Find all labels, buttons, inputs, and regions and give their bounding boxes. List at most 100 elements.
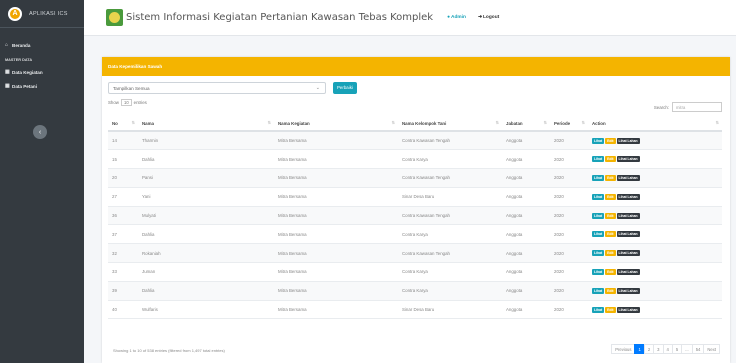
filter-button[interactable]: Perbaiki	[333, 82, 357, 94]
table-icon: ▦	[5, 69, 10, 75]
view-button[interactable]: Lihat	[592, 156, 605, 163]
table-row: 32 Rokaniah Mitra Bersama Contra Kawasan Te…	[108, 243, 722, 264]
cell-periode: 2020	[550, 243, 588, 264]
cell-jabatan: Anggota	[502, 243, 550, 264]
table-header-row: No ⇅ Nama ⇅ Nama Kegiatan ⇅ Nama Kelompok T…	[108, 116, 722, 132]
view-button[interactable]: Lihat	[592, 250, 605, 257]
cell-no: 15	[108, 149, 138, 170]
view-button[interactable]: Lihat	[592, 212, 605, 219]
column-header-jabatan[interactable]: Jabatan ⇅	[502, 116, 550, 132]
cell-kegiatan: Mitra Bersama	[274, 224, 398, 245]
cell-jabatan: Anggota	[502, 131, 550, 151]
cell-action: Lihat Edit Lihat Lahan	[588, 243, 722, 264]
cell-periode: 2020	[550, 300, 588, 320]
view-land-button[interactable]: Lihat Lahan	[616, 174, 640, 181]
edit-button[interactable]: Edit	[605, 212, 616, 219]
view-land-button[interactable]: Lihat Lahan	[616, 193, 640, 200]
cell-nama: Mulyati	[138, 206, 274, 226]
cell-kegiatan: Mitra Bersama	[274, 281, 398, 301]
cell-kegiatan: Mitra Bersama	[274, 168, 398, 188]
edit-button[interactable]: Edit	[605, 156, 616, 163]
view-land-button[interactable]: Lihat Lahan	[616, 137, 640, 144]
filter-select[interactable]: Tampilkan Semua ⌄	[108, 82, 326, 94]
cell-kegiatan: Mitra Bersama	[274, 300, 398, 320]
view-button[interactable]: Lihat	[592, 137, 605, 144]
column-header-no[interactable]: No ⇅	[108, 116, 138, 132]
home-icon: ⌂	[5, 42, 9, 48]
cell-nama: Dahlia	[138, 149, 274, 170]
view-button[interactable]: Lihat	[592, 287, 605, 294]
edit-button[interactable]: Edit	[605, 174, 616, 181]
cell-kegiatan: Mitra Bersama	[274, 206, 398, 226]
table-row: 14 Tharmin Mitra Bersama Contra Kawasan Ten…	[108, 131, 722, 151]
app-logo-icon	[106, 9, 123, 26]
table-row: 15 Dahlia Mitra Bersama Contra Karya Anggota…	[108, 149, 722, 170]
view-button[interactable]: Lihat	[592, 268, 605, 275]
view-land-button[interactable]: Lihat Lahan	[616, 156, 640, 163]
view-land-button[interactable]: Lihat Lahan	[616, 250, 640, 257]
pagination: Previous 1 2 3 4 5... 54 Next	[611, 344, 720, 354]
column-header-periode[interactable]: Periode ⇅	[550, 116, 588, 132]
table-row: 27 Yani Mitra Bersama Sinar Desa Baru Anggot…	[108, 187, 722, 207]
view-button[interactable]: Lihat	[592, 193, 605, 200]
entries-select[interactable]: 10	[120, 99, 132, 106]
pagination-next[interactable]: Next	[703, 344, 720, 354]
search-label: Search:	[653, 104, 669, 110]
cell-no: 14	[108, 131, 138, 151]
brand-logo-icon: A	[8, 6, 22, 21]
view-land-button[interactable]: Lihat Lahan	[616, 212, 640, 219]
cell-jabatan: Anggota	[502, 168, 550, 188]
edit-button[interactable]: Edit	[605, 231, 616, 238]
edit-button[interactable]: Edit	[605, 250, 616, 257]
view-button[interactable]: Lihat	[592, 231, 605, 238]
view-button[interactable]: Lihat	[592, 174, 605, 181]
view-land-button[interactable]: Lihat Lahan	[616, 306, 640, 313]
sidebar-item-data-kegiatan[interactable]: ▦ Data Kegiatan	[0, 65, 84, 79]
admin-link[interactable]: ●Admin	[447, 15, 466, 20]
table-row: 20 Pansi Mitra Bersama Contra Kawasan Tenga…	[108, 168, 722, 188]
cell-kelompok: Contra Kawasan Tengah	[398, 131, 502, 151]
cell-periode: 2020	[550, 149, 588, 170]
column-header-nama[interactable]: Nama ⇅	[138, 116, 274, 132]
cell-jabatan: Anggota	[502, 187, 550, 207]
column-header-kelompok[interactable]: Nama Kelompok Tani ⇅	[398, 116, 502, 132]
sort-icon: ⇅	[715, 120, 719, 125]
view-land-button[interactable]: Lihat Lahan	[616, 287, 640, 294]
view-land-button[interactable]: Lihat Lahan	[616, 231, 640, 238]
table-info: Showing 1 to 10 of 538 entries (filtered…	[113, 348, 225, 353]
column-header-action[interactable]: Action ⇅	[588, 116, 722, 132]
view-land-button[interactable]: Lihat Lahan	[616, 268, 640, 275]
edit-button[interactable]: Edit	[605, 137, 616, 144]
pagination-previous[interactable]: Previous	[611, 344, 636, 354]
logout-link[interactable]: ➜Logout	[478, 15, 499, 20]
edit-button[interactable]: Edit	[605, 268, 616, 275]
edit-button[interactable]: Edit	[605, 193, 616, 200]
cell-no: 32	[108, 243, 138, 264]
sort-icon: ⇅	[391, 120, 395, 125]
cell-kegiatan: Mitra Bersama	[274, 243, 398, 264]
edit-button[interactable]: Edit	[605, 306, 616, 313]
admin-label: Admin	[451, 15, 466, 20]
cell-nama: Pansi	[138, 168, 274, 188]
topbar: Sistem Informasi Kegiatan Pertanian Kawa…	[84, 0, 736, 36]
search-input[interactable]: mitra	[672, 102, 722, 112]
view-button[interactable]: Lihat	[592, 306, 605, 313]
edit-button[interactable]: Edit	[605, 287, 616, 294]
sidebar-collapse-button[interactable]: ‹	[33, 125, 47, 139]
sidebar-item-label: Data Petani	[12, 83, 38, 89]
table-icon: ▦	[5, 83, 10, 89]
sidebar-item-beranda[interactable]: ⌂ Beranda	[0, 38, 84, 52]
cell-action: Lihat Edit Lihat Lahan	[588, 281, 722, 301]
cell-no: 37	[108, 224, 138, 245]
column-label: Action	[592, 120, 606, 126]
sidebar-item-data-petani[interactable]: ▦ Data Petani	[0, 79, 84, 93]
column-header-kegiatan[interactable]: Nama Kegiatan ⇅	[274, 116, 398, 132]
column-label: Periode	[554, 120, 571, 126]
cell-no: 40	[108, 300, 138, 320]
cell-kelompok: Contra Kawasan Tengah	[398, 168, 502, 188]
brand[interactable]: A APLIKASI ICS	[0, 0, 84, 28]
sidebar: A APLIKASI ICS ⌂ Beranda MASTER DATA ▦ D…	[0, 0, 84, 363]
sidebar-nav: ⌂ Beranda MASTER DATA ▦ Data Kegiatan ▦ …	[0, 28, 84, 93]
sidebar-item-label: Data Kegiatan	[12, 69, 43, 75]
cell-kegiatan: Mitra Bersama	[274, 149, 398, 170]
